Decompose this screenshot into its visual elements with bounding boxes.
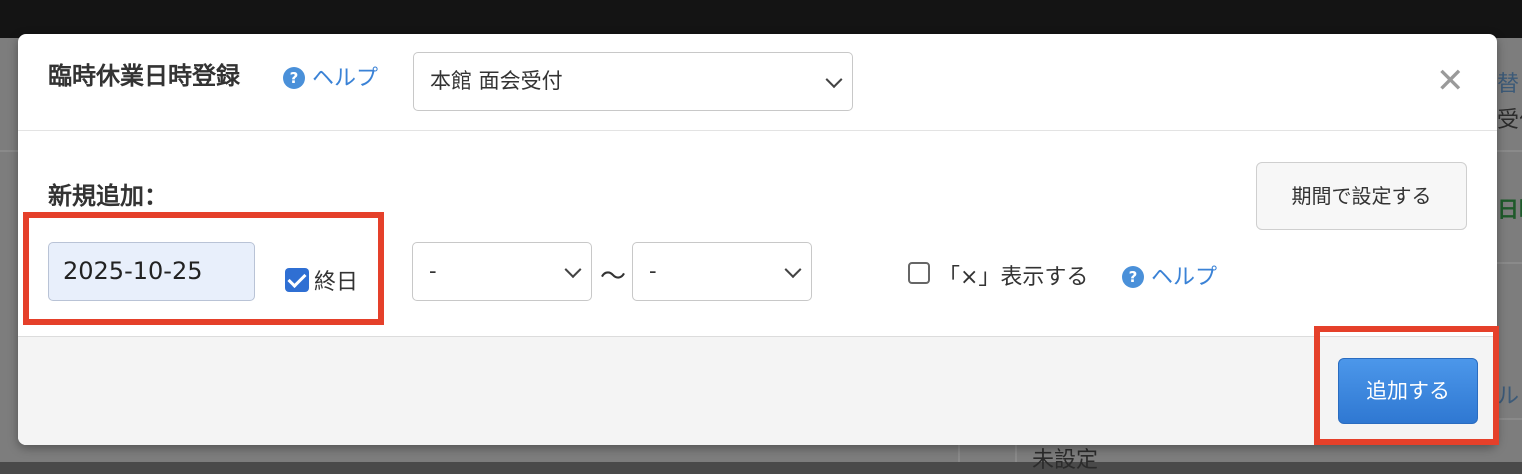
- help-icon[interactable]: ?: [1122, 266, 1144, 288]
- bg-divider: [1497, 418, 1522, 420]
- chevron-down-icon: [564, 260, 582, 278]
- close-icon[interactable]: ✕: [1436, 64, 1465, 98]
- bg-text-date: 日時: [1497, 198, 1522, 223]
- location-select-value: 本館 面会受付: [430, 69, 563, 93]
- dialog-footer: [18, 336, 1497, 445]
- start-time-value: -: [429, 259, 437, 283]
- dialog-title: 臨時休業日時登録: [48, 62, 240, 90]
- show-x-label: 「×」表示する: [938, 265, 1089, 290]
- dialog-header: 臨時休業日時登録 ? ヘルプ 本館 面会受付 ✕: [18, 34, 1497, 131]
- title-help-link[interactable]: ヘルプ: [312, 60, 378, 92]
- start-time-select[interactable]: -: [412, 242, 592, 301]
- new-entry-label: 新規追加：: [48, 182, 168, 210]
- set-by-period-button[interactable]: 期間で設定する: [1256, 162, 1467, 230]
- end-time-select[interactable]: -: [632, 242, 812, 301]
- highlight-date-area: [23, 212, 384, 325]
- bg-divider: [1015, 445, 1017, 462]
- help-icon[interactable]: ?: [283, 67, 305, 89]
- bg-divider: [1497, 262, 1522, 264]
- chevron-down-icon: [825, 70, 843, 88]
- bg-text-top-right: 替: [1497, 72, 1520, 97]
- show-x-checkbox[interactable]: [908, 262, 930, 284]
- bg-text-unset: 未設定: [1032, 448, 1099, 473]
- location-select[interactable]: 本館 面会受付: [413, 52, 853, 111]
- bg-text-reception: 受付: [1497, 108, 1522, 133]
- range-separator: 〜: [600, 262, 627, 292]
- show-x-help-link[interactable]: ヘルプ: [1151, 259, 1217, 291]
- top-bar: [0, 0, 1522, 38]
- bg-divider: [958, 445, 960, 462]
- chevron-down-icon: [784, 260, 802, 278]
- bg-divider: [0, 150, 18, 152]
- end-time-value: -: [649, 259, 657, 283]
- highlight-add-button: [1314, 326, 1499, 445]
- bg-divider: [1497, 150, 1522, 152]
- bg-text-help: ルフ: [1497, 384, 1522, 409]
